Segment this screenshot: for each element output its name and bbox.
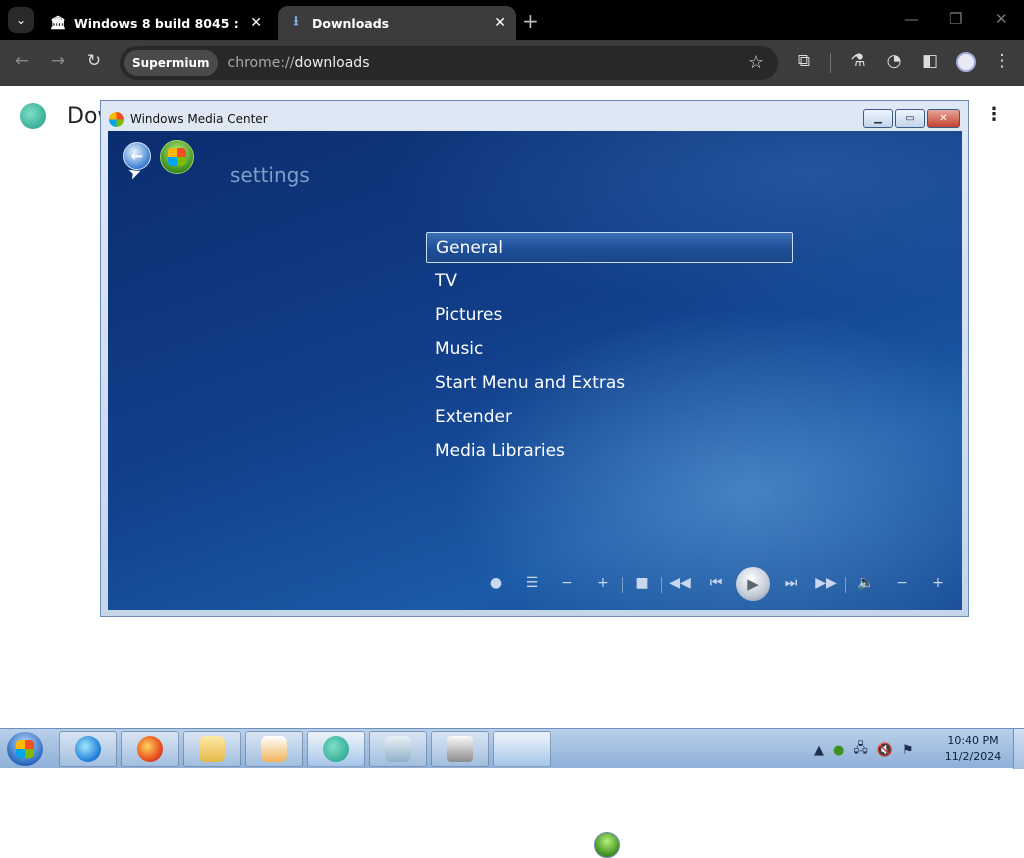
skip-forward-icon[interactable]: ⏭ <box>780 575 802 591</box>
supermium-logo <box>20 103 46 129</box>
menu-item-general[interactable]: General <box>426 232 793 263</box>
performance-icon[interactable]: ◔ <box>882 51 906 71</box>
taskbar-media-player[interactable] <box>245 731 303 767</box>
url-text: chrome://downloads <box>227 55 370 71</box>
tray-expand-icon[interactable]: ▲ <box>814 743 824 758</box>
taskbar-file-explorer[interactable] <box>183 731 241 767</box>
channel-up-icon[interactable]: + <box>592 575 614 591</box>
menu-item-extender[interactable]: Extender <box>426 402 793 436</box>
menu-item-media-libraries[interactable]: Media Libraries <box>426 436 793 470</box>
network-icon[interactable]: 🖧 <box>853 739 868 761</box>
close-icon[interactable]: ✕ <box>494 15 506 31</box>
minimize-icon[interactable]: — <box>904 10 919 28</box>
forward-button[interactable]: → <box>46 51 70 71</box>
record-icon[interactable]: ● <box>485 575 507 591</box>
taskbar-internet-explorer[interactable] <box>59 731 117 767</box>
media-player-icon <box>261 736 287 762</box>
windows-logo-icon <box>168 148 186 166</box>
close-window-icon[interactable]: ✕ <box>995 10 1008 28</box>
start-button[interactable] <box>7 732 43 766</box>
taskbar-document[interactable] <box>369 731 427 767</box>
transport-divider <box>622 577 623 593</box>
wmc-minimize-button[interactable]: ▁ <box>863 109 893 128</box>
taskbar-printer[interactable] <box>431 731 489 767</box>
volume-muted-icon[interactable]: 🔇 <box>877 743 893 758</box>
tab-strip: ⌄ 🏛 Windows 8 build 8045 : Micros ✕ ⭳ Do… <box>0 0 1024 40</box>
tab-title: Downloads <box>312 15 390 31</box>
tray-app-icon[interactable]: ● <box>833 743 844 758</box>
windows-media-center-icon <box>594 832 620 858</box>
stop-icon[interactable]: ■ <box>631 575 653 591</box>
volume-up-icon[interactable]: + <box>927 575 949 591</box>
guide-list-icon[interactable]: ☰ <box>521 575 543 591</box>
tab-search-button[interactable]: ⌄ <box>8 7 34 33</box>
system-tray: ▲ ● 🖧 🔇 ⚑ <box>814 739 914 761</box>
section-title: settings <box>230 163 310 187</box>
tab-windows-8-build[interactable]: 🏛 Windows 8 build 8045 : Micros ✕ <box>40 6 272 40</box>
chevron-down-icon: ⌄ <box>15 13 27 27</box>
back-button[interactable]: ← <box>10 51 34 71</box>
side-panel-icon[interactable]: ◧ <box>918 51 942 71</box>
maximize-icon[interactable]: ❐ <box>949 10 962 28</box>
more-options-icon[interactable]: ⋮ <box>985 104 1003 125</box>
wmc-window-title: Windows Media Center <box>130 112 268 126</box>
wmc-content: ← ➤ settings General TV Pictures Music S… <box>108 131 962 610</box>
printer-icon <box>447 736 473 762</box>
wmc-titlebar[interactable]: Windows Media Center <box>109 109 268 129</box>
fast-forward-icon[interactable]: ▶▶ <box>815 575 837 591</box>
wmc-close-button[interactable]: ✕ <box>927 109 960 128</box>
browser-toolbar: ← → ↻ Supermium chrome://downloads ☆ ⧉ ⚗… <box>0 40 1024 86</box>
document-icon <box>385 736 411 762</box>
download-icon: ⭳ <box>293 14 299 29</box>
toolbar-divider <box>830 53 831 73</box>
internet-explorer-icon <box>75 736 101 762</box>
settings-menu: General TV Pictures Music Start Menu and… <box>426 232 793 470</box>
site-chip[interactable]: Supermium <box>124 50 218 76</box>
windows-logo-icon <box>16 740 34 758</box>
reload-button[interactable]: ↻ <box>82 51 106 71</box>
taskbar-windows-media-center[interactable] <box>493 731 620 858</box>
skip-back-icon[interactable]: ⏮ <box>705 575 727 591</box>
taskbar-firefox[interactable] <box>121 731 179 767</box>
taskbar: ▲ ● 🖧 🔇 ⚑ 10:40 PM 11/2/2024 <box>0 728 1024 858</box>
rewind-icon[interactable]: ◀◀ <box>669 575 691 591</box>
bookmark-star-icon[interactable]: ☆ <box>748 52 764 73</box>
menu-kebab-icon[interactable]: ⋮ <box>990 51 1014 71</box>
channel-down-icon[interactable]: − <box>556 575 578 591</box>
menu-item-start-menu-and-extras[interactable]: Start Menu and Extras <box>426 368 793 402</box>
transport-controls: ● ☰ − + ■ ◀◀ ⏮ ▶ ⏭ ▶▶ 🔈 − + <box>478 567 958 603</box>
wmc-app-icon <box>109 111 124 127</box>
wmc-window: Windows Media Center ▁ ▭ ✕ ← ➤ settings … <box>100 100 969 617</box>
wmc-window-controls: ▁ ▭ ✕ <box>863 109 960 128</box>
close-icon[interactable]: ✕ <box>250 15 262 31</box>
wmc-start-button[interactable] <box>160 140 194 174</box>
tab-downloads[interactable]: ⭳ Downloads ✕ <box>278 6 516 40</box>
tab-title: Windows 8 build 8045 : Micros <box>74 15 244 31</box>
wmc-maximize-button[interactable]: ▭ <box>895 109 925 128</box>
volume-down-icon[interactable]: − <box>891 575 913 591</box>
taskbar-supermium[interactable] <box>307 731 365 767</box>
new-tab-button[interactable]: + <box>522 9 539 33</box>
menu-item-tv[interactable]: TV <box>426 266 793 300</box>
labs-flask-icon[interactable]: ⚗ <box>846 51 870 71</box>
profile-avatar[interactable] <box>956 52 976 72</box>
menu-item-pictures[interactable]: Pictures <box>426 300 793 334</box>
show-desktop-button[interactable] <box>1013 729 1024 769</box>
address-bar[interactable]: Supermium chrome://downloads ☆ <box>120 46 778 80</box>
play-button[interactable]: ▶ <box>736 567 770 601</box>
transport-divider <box>661 577 662 593</box>
folder-icon <box>199 736 225 762</box>
bank-icon: 🏛 <box>50 15 67 31</box>
menu-item-music[interactable]: Music <box>426 334 793 368</box>
play-icon: ▶ <box>747 575 759 593</box>
transport-divider <box>845 577 846 593</box>
clock-date: 11/2/2024 <box>944 750 1002 763</box>
system-clock[interactable]: 10:40 PM 11/2/2024 <box>938 733 1008 765</box>
clock-time: 10:40 PM <box>947 734 999 747</box>
supermium-icon <box>323 736 349 762</box>
action-center-flag-icon[interactable]: ⚑ <box>902 743 914 758</box>
mute-speaker-icon[interactable]: 🔈 <box>855 575 877 591</box>
firefox-icon <box>137 736 163 762</box>
extensions-icon[interactable]: ⧉ <box>792 51 816 71</box>
